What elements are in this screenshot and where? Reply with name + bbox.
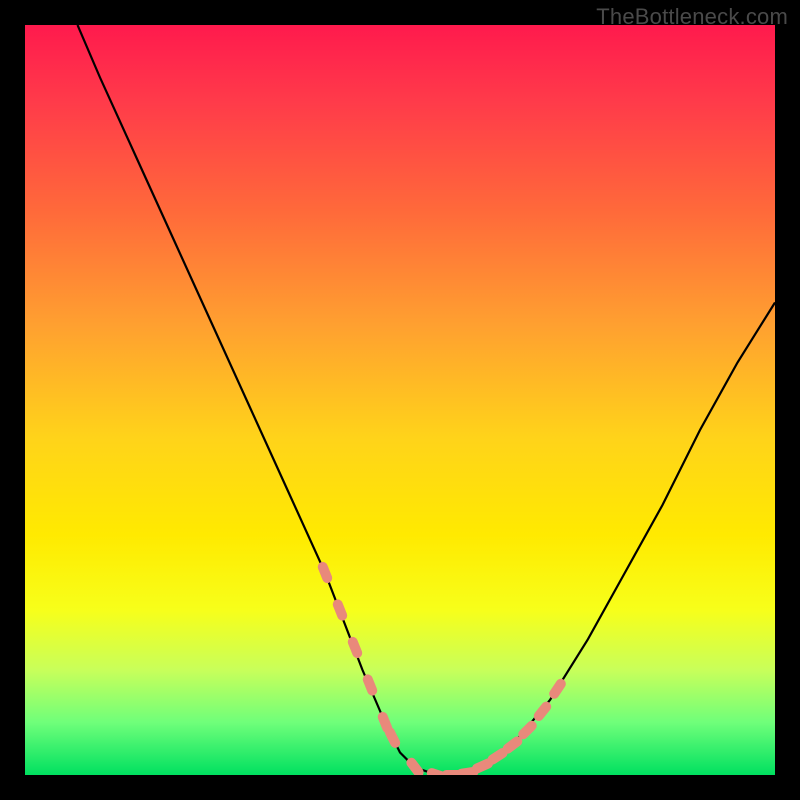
marker-point	[442, 770, 464, 775]
marker-point	[346, 635, 363, 659]
marker-point	[547, 677, 568, 701]
marker-point	[361, 673, 378, 697]
curve-path	[78, 25, 776, 775]
marker-point	[331, 598, 348, 622]
marker-point	[456, 766, 479, 775]
marker-point	[404, 756, 425, 775]
marker-point	[376, 710, 393, 734]
marker-group	[316, 560, 567, 775]
bottleneck-curve	[25, 25, 775, 775]
watermark-text: TheBottleneck.com	[596, 4, 788, 30]
marker-point	[316, 560, 333, 584]
marker-point	[383, 725, 402, 749]
marker-point	[486, 746, 510, 766]
marker-point	[501, 734, 525, 755]
marker-point	[532, 700, 554, 723]
marker-point	[516, 719, 539, 742]
highlight-markers	[25, 25, 775, 775]
chart-plot-area	[25, 25, 775, 775]
marker-point	[425, 767, 449, 775]
chart-frame: TheBottleneck.com	[0, 0, 800, 800]
marker-point	[470, 757, 494, 775]
